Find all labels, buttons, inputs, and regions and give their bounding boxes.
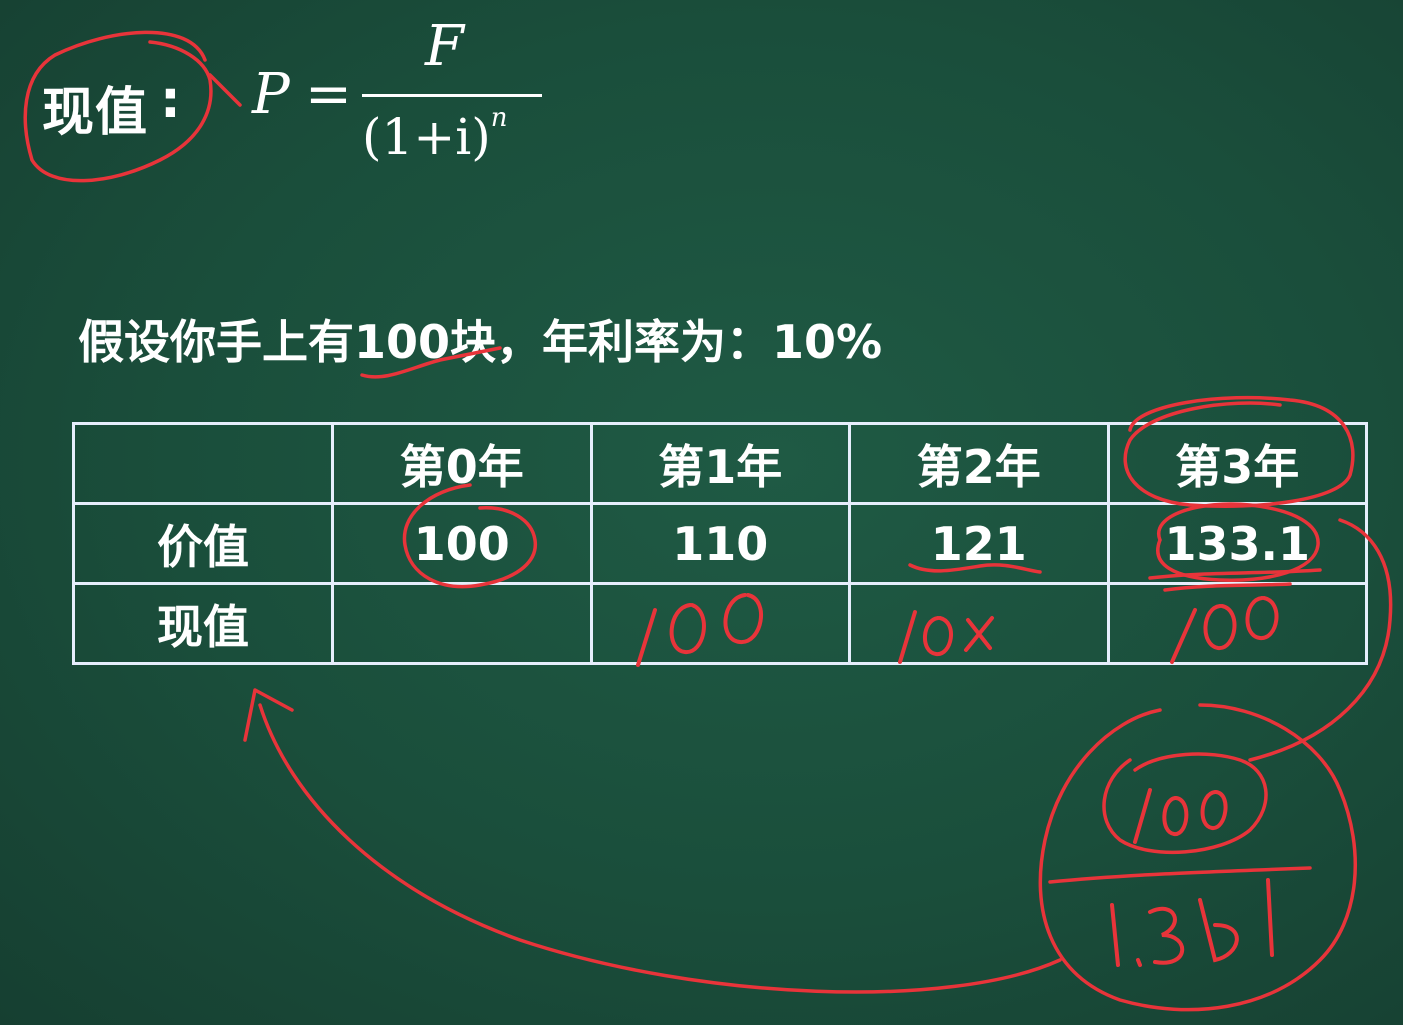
formula-denominator-base: (1+i) bbox=[362, 108, 491, 166]
arrow-head bbox=[243, 688, 294, 742]
formula-colon: : bbox=[160, 70, 181, 130]
formula-numerator: F bbox=[425, 14, 464, 79]
formula-term: 现值 bbox=[42, 83, 149, 143]
header-year-1: 第1年 bbox=[589, 422, 851, 505]
present-value-year-0 bbox=[331, 582, 593, 665]
arrow-back-curve bbox=[258, 703, 1062, 994]
blackboard: 现值 : P = F (1+i)n 假设你手上有100块，年利率为：10% 第0… bbox=[0, 0, 1403, 1025]
hand-fraction-denominator bbox=[1110, 878, 1274, 967]
row-label-present-value: 现值 bbox=[72, 582, 334, 665]
table-row: 现值 bbox=[72, 582, 1368, 665]
value-year-2: 121 bbox=[848, 502, 1110, 585]
value-year-0: 100 bbox=[331, 502, 593, 585]
formula-lhs: P bbox=[252, 62, 290, 127]
hand-fraction-numerator bbox=[1133, 788, 1228, 844]
fraction-bar bbox=[362, 94, 542, 97]
premise-text: 假设你手上有100块，年利率为：10% bbox=[78, 315, 883, 369]
formula-exponent: n bbox=[490, 103, 508, 134]
header-year-2: 第2年 bbox=[848, 422, 1110, 505]
circle-fraction-numerator bbox=[1102, 752, 1268, 855]
table-row: 价值 100 110 121 133.1 bbox=[72, 502, 1368, 585]
value-year-3: 133.1 bbox=[1106, 502, 1368, 585]
fraction-bar-handwritten bbox=[1048, 866, 1312, 884]
present-value-year-1 bbox=[589, 582, 851, 665]
present-value-year-3 bbox=[1106, 582, 1368, 665]
row-label-value: 价值 bbox=[72, 502, 334, 585]
value-table: 第0年 第1年 第2年 第3年 价值 100 110 121 133.1 现值 bbox=[72, 422, 1368, 665]
present-value-year-2 bbox=[848, 582, 1110, 665]
formula-denominator: (1+i)n bbox=[362, 103, 507, 166]
header-year-3: 第3年 bbox=[1106, 422, 1368, 505]
tick-formula bbox=[208, 73, 242, 107]
circle-fraction bbox=[1038, 703, 1357, 1012]
formula-equals: = bbox=[305, 62, 352, 127]
table-corner-cell bbox=[72, 422, 334, 505]
header-year-0: 第0年 bbox=[331, 422, 593, 505]
value-year-1: 110 bbox=[589, 502, 851, 585]
table-header-row: 第0年 第1年 第2年 第3年 bbox=[72, 422, 1368, 505]
